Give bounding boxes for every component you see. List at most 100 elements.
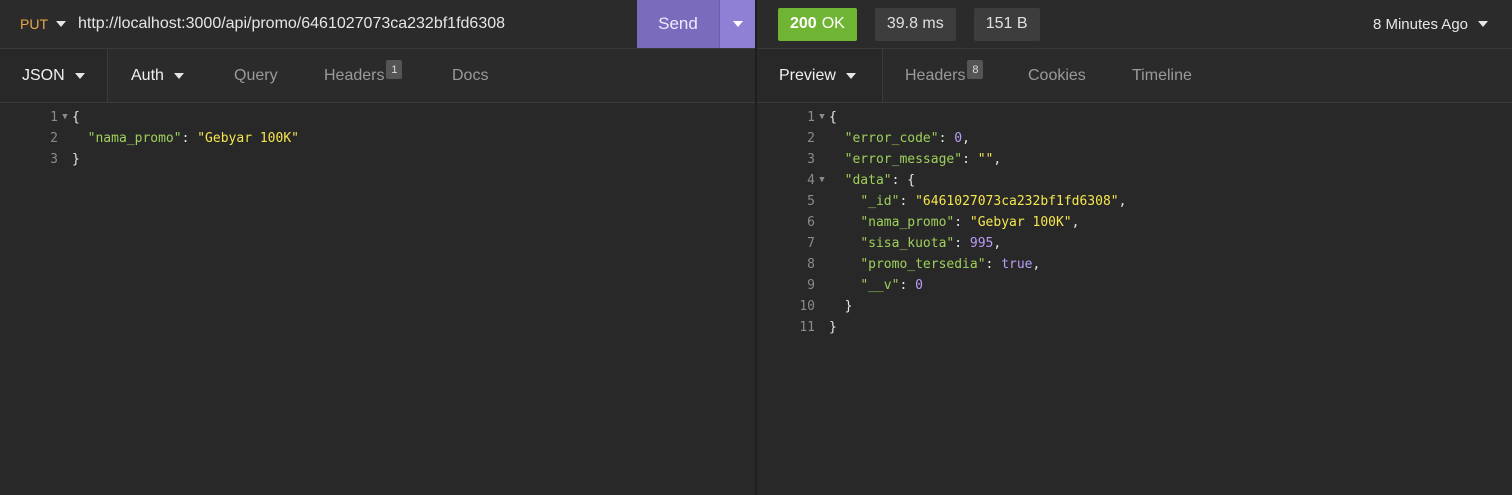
line-number: 3: [807, 152, 815, 167]
json-brace: {: [829, 110, 837, 125]
json-brace: }: [829, 320, 837, 335]
status-text: OK: [821, 15, 845, 32]
code-text: {: [72, 110, 80, 125]
caret-down-icon: [845, 72, 856, 79]
json-key: "error_message": [844, 152, 963, 167]
status-code: 200: [790, 15, 817, 32]
caret-down-icon: [732, 21, 743, 27]
code-line: 2 "error_code": 0,: [757, 128, 1512, 149]
status-badge: 200 OK: [778, 7, 857, 41]
tab-query[interactable]: Query: [211, 49, 301, 102]
caret-down-icon: [56, 21, 66, 27]
json-boolean: true: [1001, 257, 1033, 272]
code-line: 7 "sisa_kuota": 995,: [757, 233, 1512, 254]
json-comma: ,: [1071, 215, 1080, 230]
tab-label: Preview: [779, 66, 836, 84]
json-comma: ,: [993, 152, 1002, 167]
json-number: 995: [969, 236, 994, 251]
method-selector[interactable]: PUT: [0, 0, 78, 48]
fold-arrow-icon[interactable]: ▼: [58, 107, 72, 128]
code-line: 5 "_id": "6461027073ca232bf1fd6308",: [757, 191, 1512, 212]
line-number: 8: [807, 257, 815, 272]
tab-label: Timeline: [1132, 66, 1192, 84]
response-tabs: Preview Headers 8 Cookies Timeline: [757, 49, 1512, 103]
line-number: 3: [50, 152, 58, 167]
method-label: PUT: [20, 16, 48, 32]
json-comma: ,: [962, 131, 970, 146]
line-number: 2: [50, 131, 58, 146]
code-line: 4 ▼ "data": {: [757, 170, 1512, 191]
code-line: 10 }: [757, 296, 1512, 317]
tab-body-json[interactable]: JSON: [0, 49, 108, 102]
line-number: 1: [807, 110, 815, 125]
json-key: "promo_tersedia": [860, 257, 986, 272]
response-meta-bar: 200 OK 39.8 ms 151 B 8 Minutes Ago: [757, 0, 1512, 49]
json-string: "Gebyar 100K": [969, 215, 1072, 230]
line-number: 11: [799, 320, 815, 335]
tab-response-headers[interactable]: Headers 8: [883, 49, 1006, 102]
line-number: 7: [807, 236, 815, 251]
tab-label: Cookies: [1028, 66, 1086, 84]
fold-arrow-icon[interactable]: ▼: [815, 170, 829, 191]
time-ago-label: 8 Minutes Ago: [1372, 15, 1468, 33]
tab-label: JSON: [22, 66, 65, 84]
send-options-button[interactable]: [719, 0, 755, 48]
history-dropdown[interactable]: 8 Minutes Ago: [1373, 16, 1488, 33]
caret-down-icon: [74, 72, 85, 79]
tab-preview[interactable]: Preview: [757, 49, 883, 102]
tab-cookies[interactable]: Cookies: [1006, 49, 1110, 102]
json-brace: {: [907, 173, 916, 188]
request-tabs: JSON Auth Query Headers 1 Docs: [0, 49, 755, 103]
code-line: 11}: [757, 317, 1512, 338]
json-key: "error_code": [844, 131, 939, 146]
url-input[interactable]: [78, 0, 637, 48]
json-brace: }: [844, 299, 853, 314]
code-text: }: [72, 152, 80, 167]
json-number: 0: [915, 278, 923, 293]
code-line: 1 ▼{: [757, 107, 1512, 128]
tab-docs[interactable]: Docs: [429, 49, 509, 102]
send-button[interactable]: Send: [637, 0, 719, 48]
headers-count-badge: 8: [967, 60, 984, 79]
code-line: 1 ▼ {: [0, 107, 755, 128]
line-number: 4: [807, 173, 815, 188]
code-line: 3 }: [0, 149, 755, 170]
tab-auth[interactable]: Auth: [108, 49, 211, 102]
headers-count-badge: 1: [386, 60, 403, 79]
line-number: 1: [50, 110, 58, 125]
json-string: "6461027073ca232bf1fd6308": [915, 194, 1119, 209]
tab-label: Docs: [452, 66, 489, 84]
tab-label: Auth: [131, 66, 164, 84]
tab-label: Headers: [324, 66, 385, 84]
json-string: "Gebyar 100K": [197, 131, 299, 146]
json-number: 0: [954, 131, 963, 146]
response-pane: Preview Headers 8 Cookies Timeline 1 ▼{2 …: [757, 49, 1512, 495]
json-key: "sisa_kuota": [860, 236, 955, 251]
code-line: 8 "promo_tersedia": true,: [757, 254, 1512, 275]
json-comma: ,: [1032, 257, 1041, 272]
tab-timeline[interactable]: Timeline: [1110, 49, 1210, 102]
code-line: 2 "nama_promo": "Gebyar 100K": [0, 128, 755, 149]
caret-down-icon: [1478, 21, 1488, 27]
json-string: "": [977, 152, 994, 167]
tab-label: Headers: [905, 66, 966, 84]
response-size: 151 B: [973, 7, 1040, 41]
line-number: 9: [807, 278, 815, 293]
request-body-editor[interactable]: 1 ▼ { 2 "nama_promo": "Gebyar 100K" 3 }: [0, 103, 755, 170]
response-viewer[interactable]: 1 ▼{2 "error_code": 0,3 "error_message": …: [757, 103, 1512, 338]
tab-headers[interactable]: Headers 1: [301, 49, 429, 102]
code-line: 9 "__v": 0: [757, 275, 1512, 296]
line-number: 5: [807, 194, 815, 209]
fold-arrow-icon[interactable]: ▼: [815, 107, 829, 128]
line-number: 10: [799, 299, 815, 314]
caret-down-icon: [173, 72, 184, 79]
json-key: "__v": [860, 278, 900, 293]
request-pane: JSON Auth Query Headers 1 Docs 1 ▼ { 2 "…: [0, 49, 755, 495]
json-key: "data": [844, 173, 892, 188]
json-key: "nama_promo": [860, 215, 955, 230]
line-number: 2: [807, 131, 815, 146]
line-number: 6: [807, 215, 815, 230]
code-line: 6 "nama_promo": "Gebyar 100K",: [757, 212, 1512, 233]
json-key: "_id": [860, 194, 900, 209]
json-comma: ,: [993, 236, 1002, 251]
